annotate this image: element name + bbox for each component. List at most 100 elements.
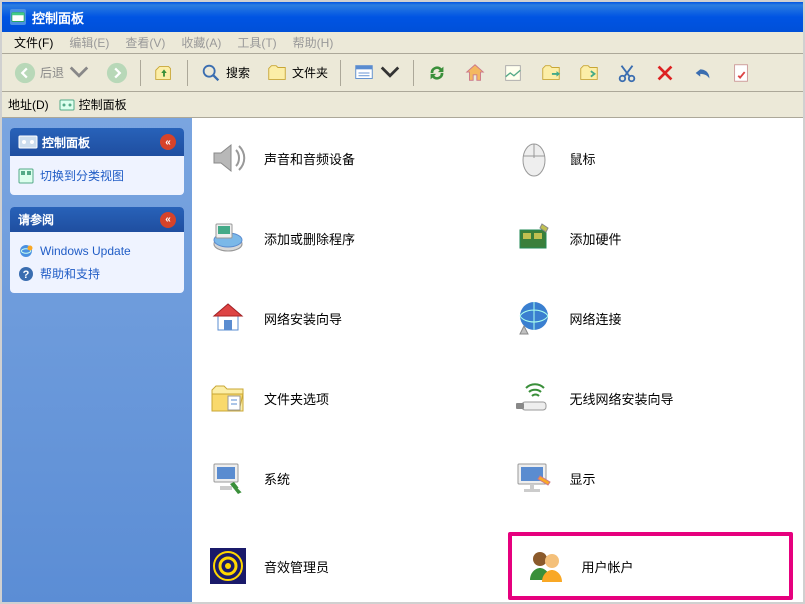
folder-icon — [206, 376, 250, 420]
panel-head[interactable]: 控制面板 « — [10, 128, 184, 156]
link-windowsupdate[interactable]: Windows Update — [18, 240, 176, 262]
cpl-label: 添加硬件 — [570, 229, 622, 248]
panel-title: 请参阅 — [18, 211, 54, 228]
up-button[interactable] — [147, 59, 181, 87]
separator — [187, 60, 188, 86]
link-label: 切换到分类视图 — [40, 167, 124, 184]
separator — [340, 60, 341, 86]
cpl-users[interactable]: 用户帐户 — [508, 532, 794, 600]
properties-button[interactable] — [724, 59, 758, 87]
menu-favorites[interactable]: 收藏(A) — [173, 32, 229, 53]
cpl-label: 音效管理员 — [264, 557, 329, 576]
cpl-label: 网络连接 — [570, 309, 622, 328]
cpl-addhw[interactable]: 添加硬件 — [508, 212, 794, 264]
cut-button[interactable] — [610, 59, 644, 87]
cpl-label: 显示 — [570, 469, 596, 488]
cpl-label: 系统 — [264, 469, 290, 488]
cpl-display[interactable]: 显示 — [508, 452, 794, 504]
menu-view[interactable]: 查看(V) — [117, 32, 173, 53]
back-label: 后退 — [40, 64, 64, 81]
link-label: 帮助和支持 — [40, 265, 100, 282]
collapse-icon[interactable]: « — [160, 212, 176, 228]
address-value: 控制面板 — [79, 96, 127, 113]
cpl-label: 添加或删除程序 — [264, 229, 355, 248]
folders-label: 文件夹 — [292, 64, 328, 81]
controlpanel-icon — [18, 132, 38, 152]
menubar: 文件(F) 编辑(E) 查看(V) 收藏(A) 工具(T) 帮助(H) — [2, 32, 803, 54]
switch-icon — [18, 168, 34, 184]
home-button[interactable] — [458, 59, 492, 87]
cpl-audiomgr[interactable]: 音效管理员 — [202, 532, 488, 600]
link-label: Windows Update — [40, 244, 131, 258]
system-icon — [206, 456, 250, 500]
cpl-label: 用户帐户 — [582, 557, 634, 576]
users-icon — [524, 544, 568, 588]
audio-icon — [206, 544, 250, 588]
main-panel: 声音和音频设备 鼠标 添加或删除程序 添加硬件 网络安装向导 网络连接 — [192, 118, 803, 602]
move-button[interactable] — [534, 59, 568, 87]
display-icon — [512, 456, 556, 500]
panel-title: 控制面板 — [42, 134, 90, 151]
svg-text:?: ? — [23, 269, 30, 281]
content: 控制面板 « 切换到分类视图 请参阅 « Windows Update — [2, 118, 803, 602]
search-label: 搜索 — [226, 64, 250, 81]
cpl-label: 声音和音频设备 — [264, 149, 355, 168]
titlebar: 控制面板 — [2, 2, 803, 32]
applet-grid: 声音和音频设备 鼠标 添加或删除程序 添加硬件 网络安装向导 网络连接 — [202, 132, 793, 602]
forward-button — [100, 59, 134, 87]
link-categoryview[interactable]: 切换到分类视图 — [18, 164, 176, 187]
cpl-wifi[interactable]: 无线网络安装向导 — [508, 372, 794, 424]
speaker-icon — [206, 136, 250, 180]
panel-controlpanel: 控制面板 « 切换到分类视图 — [10, 128, 184, 195]
nethouse-icon — [206, 296, 250, 340]
menu-edit[interactable]: 编辑(E) — [61, 32, 117, 53]
window-title: 控制面板 — [32, 8, 84, 27]
map-button[interactable] — [496, 59, 530, 87]
globe-icon — [18, 243, 34, 259]
cpl-system[interactable]: 系统 — [202, 452, 488, 504]
copy-button[interactable] — [572, 59, 606, 87]
panel-seealso: 请参阅 « Windows Update ? 帮助和支持 — [10, 207, 184, 293]
folders-button[interactable]: 文件夹 — [260, 59, 334, 87]
back-button: 后退 — [8, 59, 96, 87]
undo-button[interactable] — [686, 59, 720, 87]
wifi-icon — [512, 376, 556, 420]
addressbar: 地址(D) 控制面板 — [2, 92, 803, 118]
toolbar: 后退 搜索 文件夹 — [2, 54, 803, 92]
separator — [140, 60, 141, 86]
views-button[interactable] — [347, 59, 407, 87]
menu-help[interactable]: 帮助(H) — [285, 32, 342, 53]
cpl-label: 文件夹选项 — [264, 389, 329, 408]
help-icon: ? — [18, 266, 34, 282]
cpl-addremove[interactable]: 添加或删除程序 — [202, 212, 488, 264]
delete-button[interactable] — [648, 59, 682, 87]
window-icon — [10, 9, 26, 25]
sync-button[interactable] — [420, 59, 454, 87]
menu-tools[interactable]: 工具(T) — [229, 32, 284, 53]
menu-file[interactable]: 文件(F) — [6, 32, 61, 53]
panel-body: Windows Update ? 帮助和支持 — [10, 232, 184, 293]
cpl-folderopts[interactable]: 文件夹选项 — [202, 372, 488, 424]
dropdown-icon — [379, 62, 401, 84]
cpl-label: 鼠标 — [570, 149, 596, 168]
address-field[interactable]: 控制面板 — [55, 95, 131, 114]
collapse-icon[interactable]: « — [160, 134, 176, 150]
cpl-netconn[interactable]: 网络连接 — [508, 292, 794, 344]
link-help[interactable]: ? 帮助和支持 — [18, 262, 176, 285]
cpl-netsetup[interactable]: 网络安装向导 — [202, 292, 488, 344]
cpl-mouse[interactable]: 鼠标 — [508, 132, 794, 184]
cpl-label: 网络安装向导 — [264, 309, 342, 328]
hardware-icon — [512, 216, 556, 260]
cpl-sound[interactable]: 声音和音频设备 — [202, 132, 488, 184]
search-button[interactable]: 搜索 — [194, 59, 256, 87]
cpl-label: 无线网络安装向导 — [570, 389, 674, 408]
addremove-icon — [206, 216, 250, 260]
separator — [413, 60, 414, 86]
address-label: 地址(D) — [8, 96, 49, 113]
controlpanel-icon — [59, 97, 75, 113]
panel-body: 切换到分类视图 — [10, 156, 184, 195]
panel-head[interactable]: 请参阅 « — [10, 207, 184, 232]
dropdown-icon — [68, 62, 90, 84]
mouse-icon — [512, 136, 556, 180]
sidebar: 控制面板 « 切换到分类视图 请参阅 « Windows Update — [2, 118, 192, 602]
